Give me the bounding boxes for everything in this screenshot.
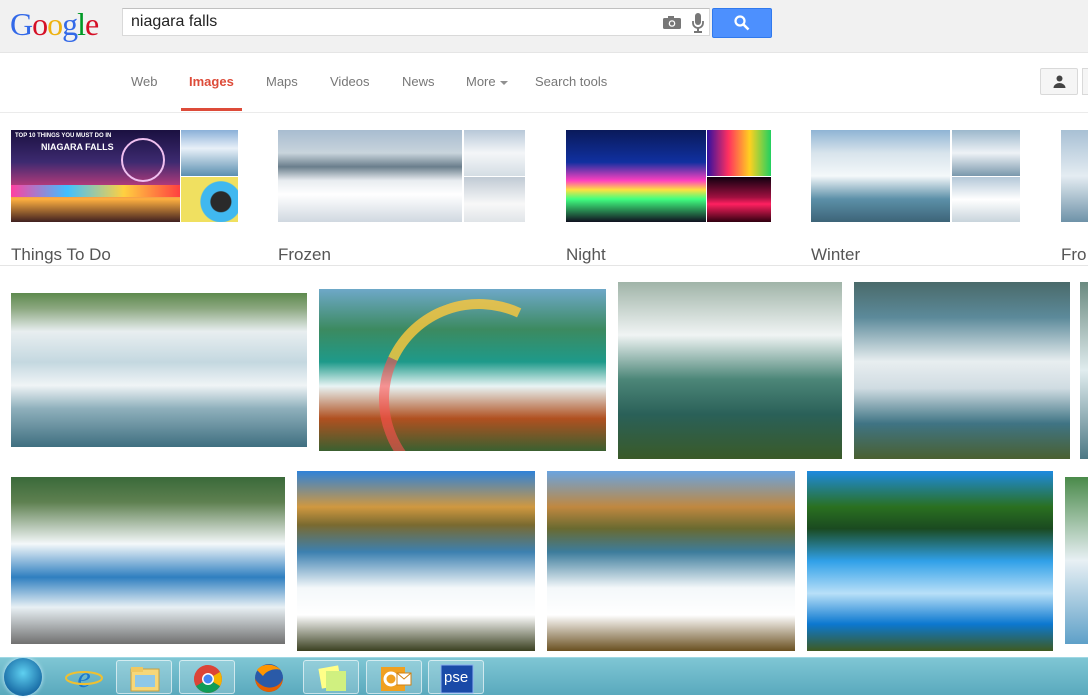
related-image — [707, 130, 771, 176]
image-result[interactable] — [319, 289, 606, 451]
related-image — [181, 130, 238, 176]
logo-letter: g — [62, 6, 78, 42]
related-label: Frozen — [278, 245, 331, 264]
firefox-icon[interactable] — [241, 660, 297, 694]
search-box[interactable] — [122, 8, 710, 36]
svg-text:e: e — [77, 661, 90, 694]
tab-more-label: More — [466, 74, 496, 89]
related-image — [464, 130, 525, 176]
tab-maps[interactable]: Maps — [266, 74, 298, 89]
image-result[interactable] — [297, 471, 535, 651]
image-result[interactable] — [11, 293, 307, 447]
outlook-icon[interactable] — [366, 660, 422, 694]
camera-icon[interactable] — [663, 16, 681, 29]
related-image — [464, 177, 525, 222]
tab-news[interactable]: News — [402, 74, 435, 89]
image-caption: TOP 10 THINGS YOU MUST DO IN — [15, 133, 112, 139]
google-logo[interactable]: Google — [10, 6, 99, 43]
image-result[interactable] — [11, 477, 285, 644]
tab-videos[interactable]: Videos — [330, 74, 370, 89]
person-icon — [1053, 75, 1066, 88]
chrome-icon[interactable] — [179, 660, 235, 694]
related-image — [707, 177, 771, 222]
logo-letter: o — [47, 6, 63, 42]
pse-label: pse — [444, 669, 469, 686]
related-label: Night — [566, 245, 606, 264]
related-image — [181, 177, 238, 222]
image-result[interactable] — [547, 471, 795, 651]
tab-search-tools[interactable]: Search tools — [535, 74, 607, 89]
related-image — [811, 130, 950, 222]
windows-taskbar: e pse — [0, 657, 1088, 696]
photoshop-elements-icon[interactable]: pse — [428, 660, 484, 694]
file-explorer-icon[interactable] — [116, 660, 172, 694]
tab-more[interactable]: More — [466, 74, 508, 89]
account-button[interactable] — [1040, 68, 1078, 95]
microphone-icon[interactable] — [691, 13, 705, 33]
image-result[interactable] — [854, 282, 1070, 459]
related-label: Winter — [811, 245, 861, 264]
related-image — [566, 130, 706, 222]
related-searches: TOP 10 THINGS YOU MUST DO IN NIAGARA FAL… — [0, 113, 1088, 266]
related-label: Things To Do — [11, 245, 111, 264]
related-image — [1061, 130, 1088, 222]
search-nav: Web Images Maps Videos News More Search … — [0, 53, 1088, 113]
active-tab-indicator — [181, 108, 242, 111]
image-result[interactable] — [618, 282, 842, 459]
start-button[interactable] — [4, 658, 42, 696]
logo-letter: e — [85, 6, 99, 42]
related-image: TOP 10 THINGS YOU MUST DO IN NIAGARA FAL… — [11, 130, 180, 222]
top-bar: Google — [0, 0, 1088, 53]
related-image — [278, 130, 462, 222]
related-image — [952, 177, 1020, 222]
search-icon — [734, 15, 750, 31]
image-result[interactable] — [1065, 477, 1088, 644]
sticky-notes-icon[interactable] — [303, 660, 359, 694]
related-label: Fro — [1061, 245, 1087, 264]
tab-web[interactable]: Web — [131, 74, 158, 89]
tab-images[interactable]: Images — [189, 74, 234, 89]
image-caption: NIAGARA FALLS — [41, 142, 114, 152]
search-button[interactable] — [712, 8, 772, 38]
image-result[interactable] — [1080, 282, 1088, 459]
chevron-down-icon — [499, 80, 508, 85]
overflow-button[interactable] — [1082, 68, 1088, 95]
logo-letter: l — [77, 6, 86, 42]
image-result[interactable] — [807, 471, 1053, 651]
internet-explorer-icon[interactable]: e — [56, 660, 112, 694]
search-input[interactable] — [131, 13, 631, 31]
related-image — [952, 130, 1020, 176]
logo-letter: G — [10, 6, 33, 42]
logo-letter: o — [32, 6, 48, 42]
